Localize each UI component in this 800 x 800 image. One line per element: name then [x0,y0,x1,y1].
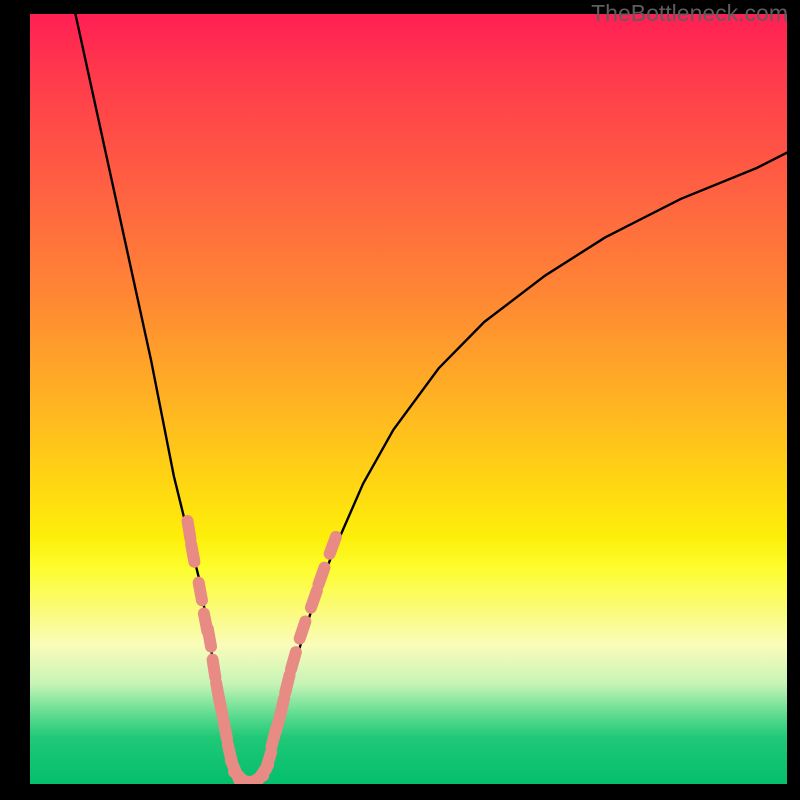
data-marker [224,721,227,739]
data-marker [266,752,271,769]
data-marker [311,591,317,608]
plot-area [30,14,787,784]
data-marker [285,675,289,692]
data-marker [300,621,306,638]
bottleneck-curve [75,14,787,784]
data-marker [291,652,296,669]
chart-svg [30,14,787,784]
curve-lines [75,14,787,784]
data-marker [191,544,194,562]
data-marker [188,521,191,539]
data-marker [199,583,202,601]
marker-dots [188,521,336,784]
chart-frame: TheBottleneck.com [0,0,800,800]
data-marker [219,698,222,716]
watermark-text: TheBottleneck.com [591,0,788,27]
data-marker [318,568,324,585]
data-marker [208,629,211,647]
data-marker [330,537,336,554]
data-marker [213,660,216,678]
data-marker [280,698,284,716]
